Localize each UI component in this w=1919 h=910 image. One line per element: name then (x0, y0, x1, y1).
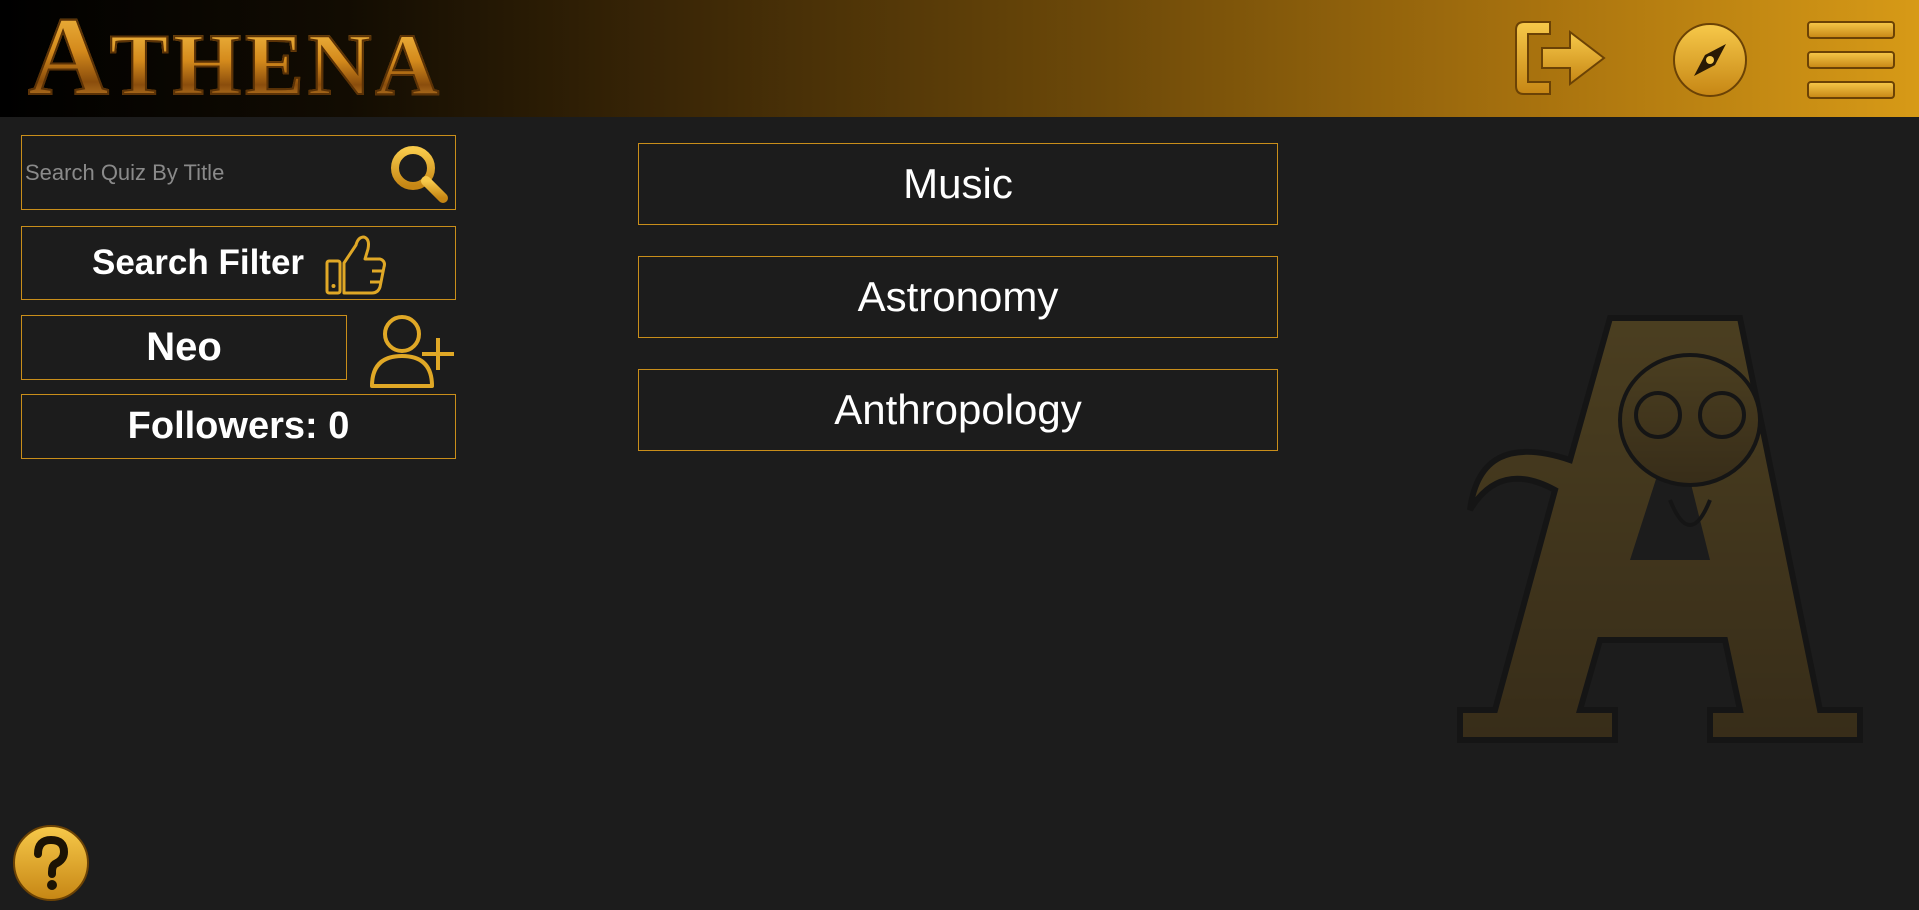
username-label: Neo (146, 325, 222, 369)
logout-icon[interactable] (1510, 14, 1610, 106)
search-input[interactable] (25, 136, 385, 209)
search-icon[interactable] (387, 142, 451, 210)
follow-user-icon[interactable] (366, 312, 462, 394)
search-filter-label: Search Filter (92, 243, 305, 282)
search-bar (21, 135, 456, 210)
thumbs-up-icon (322, 231, 388, 301)
page: ATHENA Search Quiz By Title Search Filte… (0, 0, 1919, 910)
logo-initial: A (27, 0, 110, 119)
compass-icon[interactable] (1670, 14, 1750, 106)
help-icon[interactable] (12, 824, 90, 906)
top-bar: ATHENA (0, 0, 1919, 117)
logo-rest: THENA (109, 16, 443, 115)
followers-count: Followers: 0 (127, 405, 350, 447)
category-music[interactable]: Music (638, 143, 1278, 225)
athena-logo[interactable]: ATHENA (27, 0, 443, 115)
menu-icon[interactable] (1806, 20, 1896, 104)
category-anthropology[interactable]: Anthropology (638, 369, 1278, 451)
category-astronomy[interactable]: Astronomy (638, 256, 1278, 338)
search-filter-button[interactable]: Search Filter (21, 226, 456, 300)
followers-box[interactable]: Followers: 0 (21, 394, 456, 459)
athena-owl-watermark (1440, 310, 1900, 754)
username-box[interactable]: Neo (21, 315, 347, 380)
